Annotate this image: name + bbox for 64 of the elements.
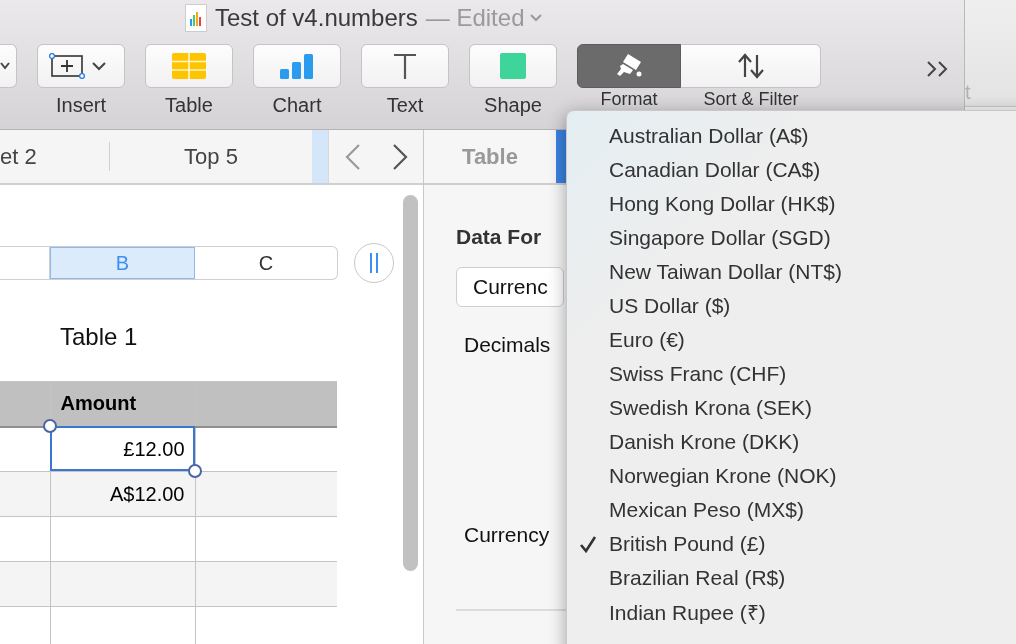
table-icon [172, 52, 206, 79]
header-cell: Amount [50, 381, 195, 427]
sheet-tab[interactable]: Top 5 [110, 130, 312, 183]
square-icon [500, 52, 526, 79]
table-title: Table 1 [60, 323, 138, 350]
toolbar-label: Table [165, 93, 213, 117]
text-icon [393, 52, 417, 79]
bar-chart-icon [279, 52, 315, 79]
toolbar-label: Chart [272, 93, 322, 117]
checkmark-icon [579, 535, 597, 553]
menu-item[interactable]: Euro (€) [567, 323, 1016, 357]
shape-button[interactable] [469, 43, 557, 88]
menu-item[interactable]: Singapore Dollar (SGD) [567, 221, 1016, 255]
menu-item[interactable]: Swiss Franc (CHF) [567, 357, 1016, 391]
chevron-left-icon[interactable] [344, 142, 361, 171]
toolbar-button[interactable] [0, 43, 17, 88]
table-cell[interactable] [0, 471, 50, 517]
table-cell[interactable] [50, 516, 195, 562]
tab-scroll-edge [312, 130, 328, 183]
menu-item[interactable]: Brazilian Real (R$) [567, 561, 1016, 595]
menu-item[interactable]: Australian Dollar (A$) [567, 119, 1016, 153]
section-heading: Data For [456, 225, 542, 249]
menu-item[interactable]: Canadian Dollar (CA$) [567, 153, 1016, 187]
menu-item[interactable]: US Dollar ($) [567, 289, 1016, 323]
menu-item[interactable]: Swedish Krona (SEK) [567, 391, 1016, 425]
toolbar-label: Text [386, 93, 424, 117]
menu-item[interactable]: Norwegian Krone (NOK) [567, 459, 1016, 493]
table-button[interactable] [145, 43, 233, 88]
chart-button[interactable] [253, 43, 341, 88]
cell-selection-frame[interactable] [43, 419, 202, 478]
chevron-right-icon[interactable] [391, 142, 408, 171]
toolbar-label: Shape [484, 93, 542, 117]
menu-item[interactable]: Danish Krone (DKK) [567, 425, 1016, 459]
table-cell[interactable]: A$12.00 [50, 471, 195, 517]
table-cell[interactable] [195, 561, 337, 607]
column-handle[interactable] [354, 243, 394, 283]
chevron-down-icon [0, 61, 10, 70]
text-button[interactable] [361, 43, 449, 88]
menu-item[interactable]: Mexican Peso (MX$) [567, 493, 1016, 527]
sheet-tab[interactable]: et 2 [0, 142, 110, 171]
chevron-down-icon [530, 13, 543, 22]
document-icon [185, 3, 207, 32]
table-cell[interactable] [50, 561, 195, 607]
menu-item[interactable]: New Taiwan Dollar (NT$) [567, 255, 1016, 289]
table-cell[interactable] [195, 471, 337, 517]
toolbar-label: Sort & Filter [702, 88, 800, 109]
sort-filter-button[interactable] [681, 43, 821, 88]
insert-button[interactable] [37, 43, 125, 88]
format-popup[interactable]: Currenc [456, 267, 564, 307]
currency-label: Currency [464, 523, 550, 547]
toolbar-label: Insert [56, 93, 106, 117]
menu-item[interactable]: Hong Kong Dollar (HK$) [567, 187, 1016, 221]
toolbar-label: Format [599, 88, 659, 109]
decimals-label: Decimals [464, 333, 551, 357]
column-header[interactable]: C [195, 247, 337, 279]
more-chevrons-icon[interactable] [926, 59, 950, 78]
scrollbar[interactable] [402, 195, 418, 571]
format-button[interactable] [577, 43, 681, 88]
menu-item[interactable]: Indian Rupee (₹) [567, 595, 1016, 629]
table-cell[interactable] [0, 561, 50, 607]
window-title: Test of v4.numbers [215, 3, 418, 32]
menu-item[interactable]: British Pound (£) [567, 527, 1016, 561]
sort-arrows-icon [735, 52, 766, 79]
table-cell[interactable] [0, 516, 50, 562]
